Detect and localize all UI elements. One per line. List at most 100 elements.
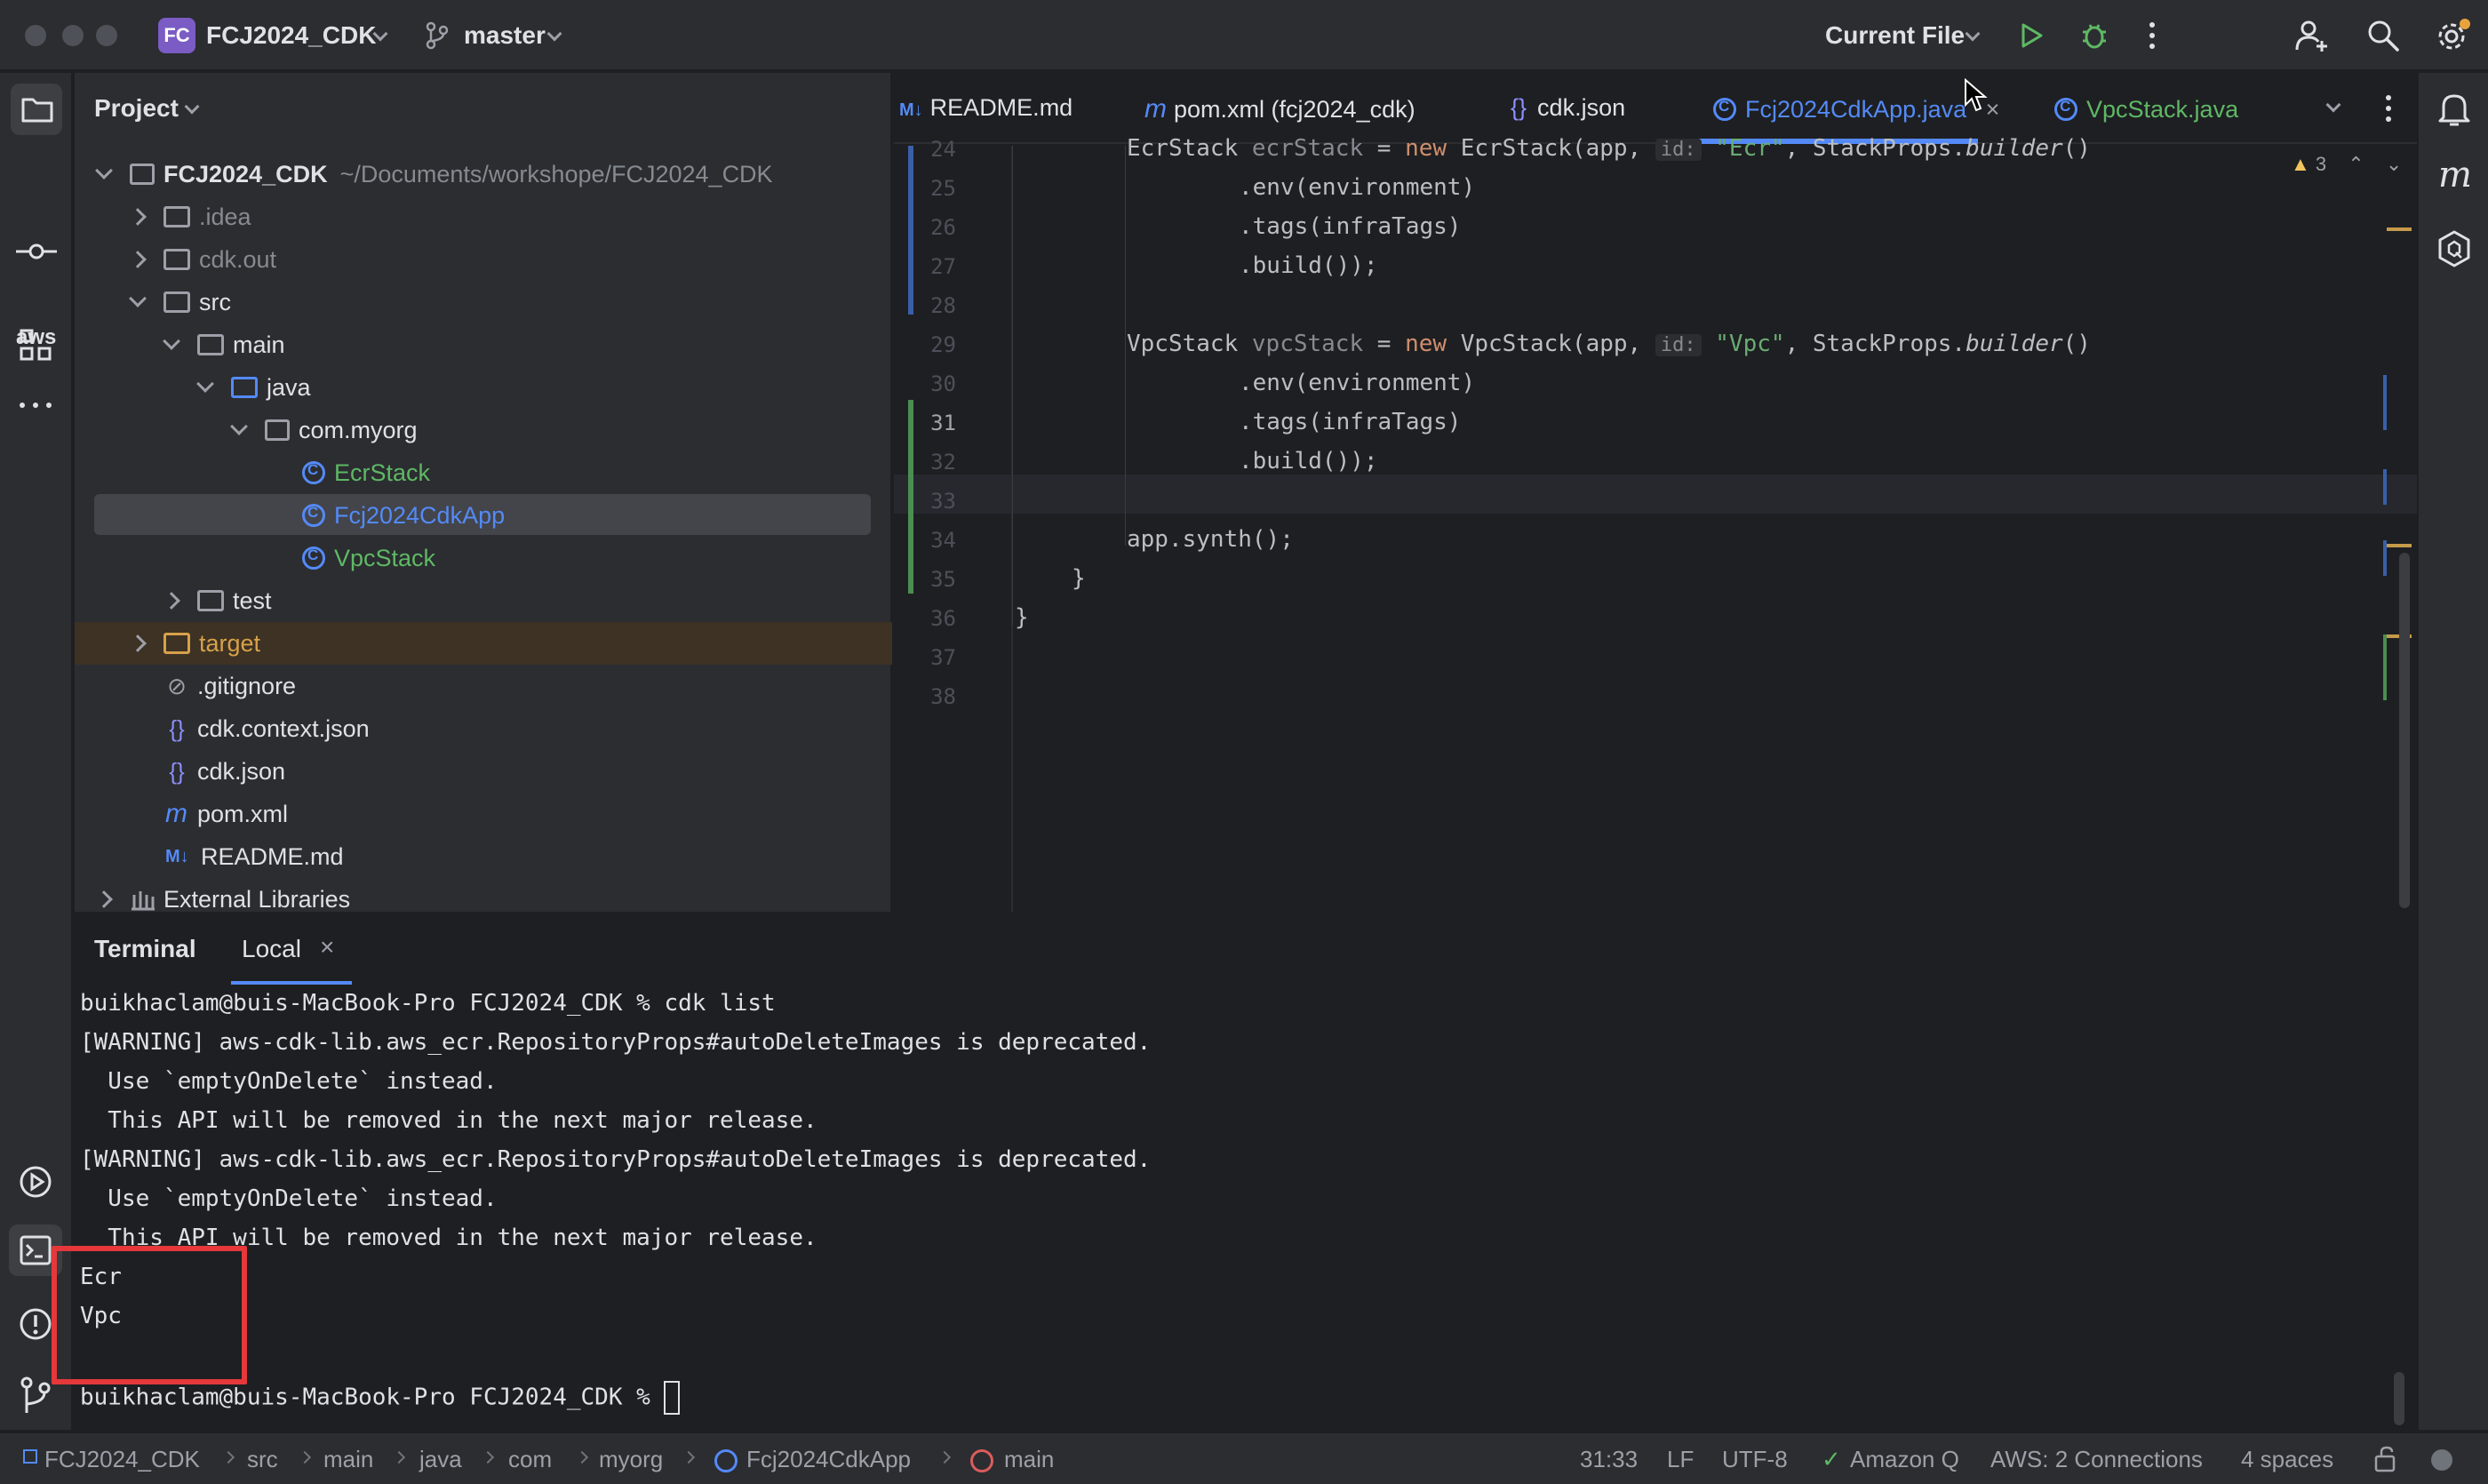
amazon-q-status[interactable]: Amazon Q — [1850, 1446, 1959, 1473]
tree-item-java[interactable]: java — [196, 366, 311, 409]
settings-gear-icon[interactable] — [2435, 18, 2472, 55]
mouse-cursor-icon — [1965, 78, 1988, 112]
minimize-window-button[interactable] — [62, 25, 84, 46]
tree-item-main[interactable]: main — [163, 323, 285, 366]
amazon-q-icon[interactable] — [2436, 229, 2472, 268]
project-panel-title[interactable]: Project — [94, 94, 179, 123]
code-line[interactable]: } — [1072, 565, 1086, 592]
tree-item-fcj2024cdkapp[interactable]: Fcj2024CdkApp — [302, 494, 505, 537]
project-switcher[interactable]: FCJ2024_CDK — [206, 21, 376, 50]
previous-highlight-icon[interactable]: ⌃ — [2348, 153, 2364, 175]
code-line[interactable]: .build()); — [1239, 448, 1378, 475]
line-number: 38 — [930, 684, 956, 709]
tree-item-cdk-out[interactable]: cdk.out — [129, 238, 276, 281]
indent-setting[interactable]: 4 spaces — [2241, 1446, 2333, 1473]
editor-scrollbar[interactable] — [2399, 553, 2410, 908]
tree-item-src[interactable]: src — [129, 281, 231, 323]
tree-item-readme[interactable]: M↓ README.md — [165, 835, 344, 878]
branch-switcher[interactable]: master — [464, 21, 546, 50]
aws-connections-status[interactable]: AWS: 2 Connections — [1990, 1446, 2203, 1473]
more-horizontal-icon[interactable] — [18, 400, 53, 411]
line-separator[interactable]: LF — [1667, 1446, 1694, 1473]
maximize-window-button[interactable] — [96, 25, 117, 46]
code-line[interactable]: .env(environment) — [1239, 174, 1475, 201]
run-configuration-select[interactable]: Current File — [1825, 21, 1965, 50]
maven-icon[interactable]: m — [2438, 155, 2472, 195]
add-user-icon[interactable] — [2294, 18, 2330, 53]
editor-tabs: M↓ README.md m pom.xml (fcj2024_cdk) {} cdk… — [894, 73, 2417, 144]
more-vertical-icon[interactable] — [2383, 92, 2394, 124]
breadcrumb-com[interactable]: com — [508, 1446, 552, 1473]
tab-label: pom.xml (fcj2024_cdk) — [1174, 96, 1415, 123]
problems-icon[interactable] — [18, 1306, 53, 1342]
project-badge[interactable]: FC — [158, 18, 195, 53]
code-line-current[interactable]: .tags(infraTags) — [1239, 409, 1461, 435]
tab-pom-xml[interactable]: m pom.xml (fcj2024_cdk) — [1144, 94, 1415, 124]
unlock-icon[interactable] — [2374, 1446, 2397, 1472]
tab-cdk-json[interactable]: {} cdk.json — [1511, 94, 1625, 122]
tree-root[interactable]: FCJ2024_CDK ~/Documents/workshope/FCJ202… — [95, 153, 773, 195]
tree-item-idea[interactable]: .idea — [129, 195, 251, 238]
tree-item-cdk-json[interactable]: {} cdk.json — [165, 750, 285, 793]
tree-item-test[interactable]: test — [163, 579, 272, 622]
breadcrumb-method[interactable]: main — [1004, 1446, 1054, 1473]
run-icon[interactable] — [2017, 21, 2045, 50]
tree-item-pom-xml[interactable]: m pom.xml — [165, 793, 288, 835]
breadcrumb-class[interactable]: Fcj2024CdkApp — [746, 1446, 911, 1473]
close-terminal-tab-icon[interactable]: × — [320, 933, 334, 961]
terminal-scrollbar[interactable] — [2394, 1372, 2404, 1425]
terminal-tab-local[interactable]: Local — [242, 935, 301, 963]
breadcrumb-src[interactable]: src — [247, 1446, 278, 1473]
code-line[interactable]: .env(environment) — [1239, 370, 1475, 396]
more-vertical-icon[interactable] — [2147, 20, 2157, 52]
tab-label: README.md — [929, 94, 1073, 121]
inspection-widget[interactable]: ▲ 3 ⌃ ⌄ — [2291, 153, 2402, 176]
code-line[interactable]: .build()); — [1239, 252, 1378, 279]
breadcrumb-main[interactable]: main — [323, 1446, 373, 1473]
tab-readme[interactable]: M↓ README.md — [899, 94, 1073, 122]
folder-icon — [163, 291, 190, 313]
tree-item-gitignore[interactable]: ⊘ .gitignore — [165, 665, 296, 707]
file-encoding[interactable]: UTF-8 — [1722, 1446, 1788, 1473]
project-tool-button[interactable] — [11, 84, 62, 135]
code-token: ecrStack — [1251, 135, 1364, 162]
close-window-button[interactable] — [25, 25, 46, 46]
terminal-line: This API will be removed in the next maj… — [80, 1107, 817, 1134]
services-icon[interactable] — [18, 1164, 53, 1200]
tab-list-chevron-icon[interactable] — [2325, 97, 2341, 113]
tab-vpcstack-java[interactable]: VpcStack.java — [2054, 94, 2238, 124]
breadcrumb-myorg[interactable]: myorg — [599, 1446, 663, 1473]
parameter-hint: id: — [1655, 139, 1702, 161]
tree-item-cdk-context-json[interactable]: {} cdk.context.json — [165, 707, 369, 750]
search-icon[interactable] — [2365, 18, 2401, 53]
tree-item-label: java — [267, 373, 311, 401]
tree-item-package[interactable]: com.myorg — [230, 409, 418, 451]
code-line[interactable]: .tags(infraTags) — [1239, 213, 1461, 240]
chevron-down-icon — [129, 290, 147, 307]
tree-item-label: cdk.json — [197, 757, 286, 785]
notifications-bell-icon[interactable] — [2436, 91, 2472, 128]
next-highlight-icon[interactable]: ⌄ — [2386, 153, 2402, 175]
debug-icon[interactable] — [2079, 20, 2109, 52]
caret-position[interactable]: 31:33 — [1580, 1446, 1638, 1473]
breadcrumb-java[interactable]: java — [419, 1446, 462, 1473]
markdown-file-icon: M↓ — [165, 846, 189, 866]
code-token: (); — [1251, 526, 1294, 553]
tree-item-vpcstack[interactable]: VpcStack — [302, 537, 435, 579]
left-tool-strip: aws — [0, 73, 73, 1430]
code-line[interactable]: } — [1015, 604, 1029, 631]
structure-icon[interactable] — [20, 329, 52, 361]
chevron-right-icon — [95, 890, 113, 908]
code-line[interactable]: app.synth(); — [1127, 526, 1294, 553]
terminal-prompt[interactable]: buikhaclam@buis-MacBook-Pro FCJ2024_CDK … — [80, 1381, 681, 1415]
tree-item-target[interactable]: target — [129, 622, 260, 665]
code-line[interactable]: EcrStack ecrStack = new EcrStack(app, id… — [1127, 135, 2091, 162]
git-icon[interactable] — [20, 1376, 52, 1415]
code-line[interactable]: VpcStack vpcStack = new VpcStack(app, id… — [1127, 331, 2091, 357]
breadcrumb-project[interactable]: FCJ2024_CDK — [44, 1446, 200, 1473]
aws-toolkit-icon[interactable]: aws — [16, 251, 56, 349]
tree-item-ecrstack[interactable]: EcrStack — [302, 451, 430, 494]
tab-fcj2024cdkapp-java[interactable]: Fcj2024CdkApp.java × — [1713, 94, 1999, 124]
ide-status-indicator[interactable] — [2431, 1449, 2452, 1471]
prompt-text: buikhaclam@buis-MacBook-Pro FCJ2024_CDK … — [80, 1384, 665, 1411]
